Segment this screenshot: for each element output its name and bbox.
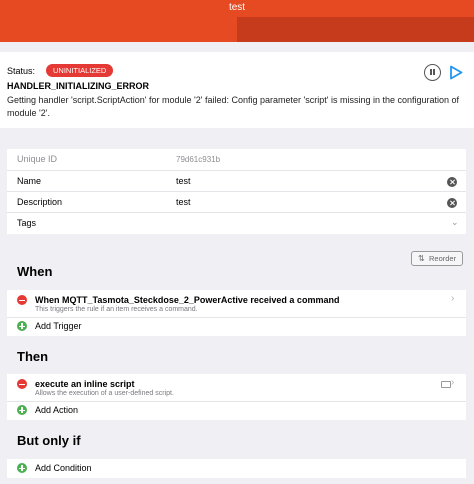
trigger-title: When MQTT_Tasmota_Steckdose_2_PowerActiv… [35, 295, 340, 305]
active-tab-indicator[interactable] [237, 17, 474, 42]
add-condition-label[interactable]: Add Condition [35, 463, 92, 473]
status-badge: UNINITIALIZED [46, 64, 114, 77]
clear-name-icon[interactable] [447, 177, 457, 187]
add-action-label[interactable]: Add Action [35, 405, 78, 415]
rule-details-card: Unique ID 79d61c931b Name test Descripti… [7, 149, 466, 234]
uid-row: Unique ID 79d61c931b [7, 149, 466, 170]
add-trigger-row[interactable]: Add Trigger [7, 318, 466, 336]
reorder-icon: ⇅ [418, 254, 425, 263]
action-title: execute an inline script [35, 379, 135, 389]
trigger-description: This triggers the rule if an item receiv… [35, 306, 198, 313]
clear-description-icon[interactable] [447, 198, 457, 208]
add-condition-icon[interactable] [17, 463, 27, 473]
page-title: test [228, 2, 246, 13]
chevron-right-icon: › [451, 377, 455, 388]
name-row[interactable]: Name test [7, 170, 466, 191]
actions-card: execute an inline script Allows the exec… [7, 374, 466, 420]
error-message: Getting handler 'script.ScriptAction' fo… [7, 95, 460, 118]
reorder-label: Reorder [429, 254, 457, 263]
action-description: Allows the execution of a user-defined s… [35, 390, 174, 397]
reorder-button[interactable]: ⇅ Reorder [411, 251, 463, 266]
chevron-down-icon[interactable]: ⌄ [451, 217, 459, 228]
remove-trigger-icon[interactable] [17, 295, 27, 305]
uid-value: 79d61c931b [176, 155, 221, 164]
add-action-icon[interactable] [17, 405, 27, 415]
status-label: Status: [7, 66, 36, 76]
description-row[interactable]: Description test [7, 191, 466, 212]
add-trigger-icon[interactable] [17, 321, 27, 331]
description-label: Description [17, 197, 63, 207]
add-trigger-label[interactable]: Add Trigger [35, 321, 82, 331]
edit-script-icon[interactable] [441, 381, 451, 388]
action-item[interactable]: execute an inline script Allows the exec… [7, 374, 466, 401]
name-input[interactable]: test [176, 176, 191, 186]
play-icon[interactable] [449, 65, 463, 80]
chevron-right-icon: › [451, 293, 455, 304]
top-bar: test [0, 0, 474, 42]
triggers-card: When MQTT_Tasmota_Steckdose_2_PowerActiv… [7, 290, 466, 336]
error-title: HANDLER_INITIALIZING_ERROR [7, 81, 150, 91]
when-section-title: When [17, 264, 53, 279]
trigger-item[interactable]: When MQTT_Tasmota_Steckdose_2_PowerActiv… [7, 290, 466, 317]
conditions-section-title: But only if [17, 433, 81, 448]
description-input[interactable]: test [176, 197, 191, 207]
add-action-row[interactable]: Add Action [7, 402, 466, 420]
pause-button[interactable] [424, 64, 441, 81]
add-condition-row[interactable]: Add Condition [7, 459, 466, 478]
remove-action-icon[interactable] [17, 379, 27, 389]
tags-label: Tags [17, 218, 37, 228]
name-label: Name [17, 176, 42, 186]
conditions-card: Add Condition [7, 459, 466, 478]
then-section-title: Then [17, 349, 49, 364]
uid-label: Unique ID [17, 154, 58, 164]
tags-row[interactable]: Tags ⌄ [7, 212, 466, 233]
